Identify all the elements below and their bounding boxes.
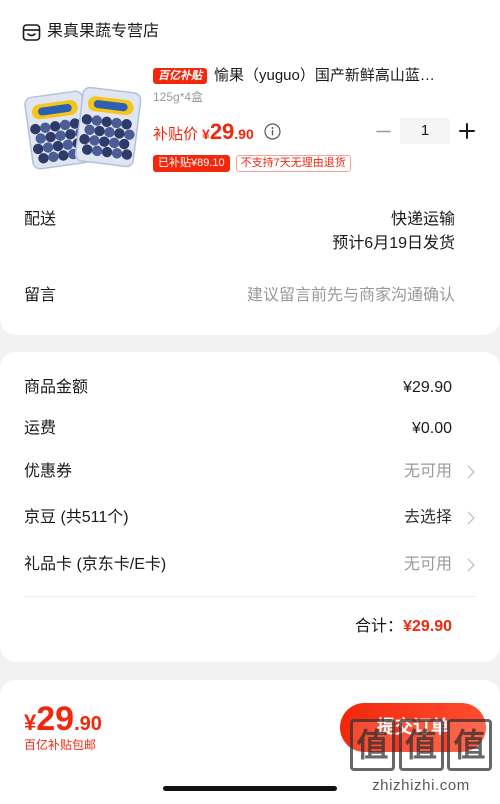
store-icon: [22, 23, 41, 42]
home-indicator: [163, 786, 337, 791]
price-currency: ¥: [202, 126, 210, 142]
total-label: 合计：: [355, 618, 404, 635]
total-row: 合计： ¥29.90: [355, 617, 452, 637]
subsidy-amount-tag: 已补贴¥89.10: [153, 155, 230, 172]
price-decimal: .90: [234, 126, 254, 142]
jd-beans-label: 京豆 (共511个): [24, 509, 129, 526]
quantity-decrease-button[interactable]: [375, 123, 392, 140]
product-tags: 已补贴¥89.10 不支持7天无理由退货: [153, 155, 351, 172]
product-spec: 125g*4盒: [153, 90, 204, 104]
minus-icon: [376, 130, 391, 133]
message-input[interactable]: [205, 284, 455, 308]
gift-card-label: 礼品卡 (京东卡/E卡): [24, 556, 167, 573]
footer-price-decimal: .90: [74, 713, 102, 735]
price-summary-card: 商品金额 ¥29.90 运费 ¥0.00 优惠券 无可用 京豆 (共511个) …: [0, 352, 500, 662]
product-image[interactable]: [24, 82, 142, 178]
product-price: 补贴价 ¥ 29 .90: [153, 119, 281, 144]
submit-order-button[interactable]: 提交订单: [340, 703, 486, 752]
price-label: 补贴价: [153, 126, 199, 143]
goods-amount-label: 商品金额: [24, 379, 89, 396]
order-card: 果真果蔬专营店 百亿补贴 愉果（yuguo）国产新鲜高山蓝… 125g*4盒 补…: [0, 0, 500, 335]
footer-price: ¥ 29 .90: [24, 700, 102, 738]
quantity-increase-button[interactable]: [458, 122, 476, 140]
subsidy-badge: 百亿补贴: [153, 68, 207, 84]
delivery-method: 快递运输: [390, 211, 455, 228]
jd-beans-value: 去选择: [403, 509, 452, 526]
chevron-right-icon: [467, 511, 475, 525]
product-title-row[interactable]: 百亿补贴 愉果（yuguo）国产新鲜高山蓝…: [153, 66, 473, 86]
store-name: 果真果蔬专营店: [47, 23, 160, 40]
coupon-value: 无可用: [403, 463, 452, 480]
chevron-right-icon: [467, 465, 475, 479]
checkout-bar: ¥ 29 .90 百亿补贴包邮 提交订单: [0, 680, 500, 804]
message-label: 留言: [24, 287, 57, 304]
no-return-tag: 不支持7天无理由退货: [235, 155, 351, 172]
gift-card-value: 无可用: [403, 556, 452, 573]
shipping-fee-label: 运费: [24, 420, 57, 437]
price-integer: 29: [209, 119, 235, 144]
plus-icon: [459, 123, 475, 139]
quantity-input[interactable]: 1: [400, 118, 450, 144]
coupon-label: 优惠券: [24, 463, 73, 480]
divider: [24, 596, 476, 597]
footer-price-currency: ¥: [24, 710, 37, 735]
free-shipping-note: 百亿补贴包邮: [24, 738, 97, 752]
delivery-label: 配送: [24, 211, 57, 228]
shipping-fee-value: ¥0.00: [411, 420, 452, 437]
product-title: 愉果（yuguo）国产新鲜高山蓝…: [214, 67, 435, 84]
info-icon[interactable]: [264, 122, 281, 140]
goods-amount-value: ¥29.90: [403, 379, 452, 396]
chevron-right-icon: [467, 558, 475, 572]
footer-price-integer: 29: [36, 700, 75, 738]
store-header[interactable]: 果真果蔬专营店: [22, 22, 159, 42]
delivery-eta: 预计6月19日发货: [332, 235, 455, 252]
total-value: ¥29.90: [403, 618, 452, 635]
